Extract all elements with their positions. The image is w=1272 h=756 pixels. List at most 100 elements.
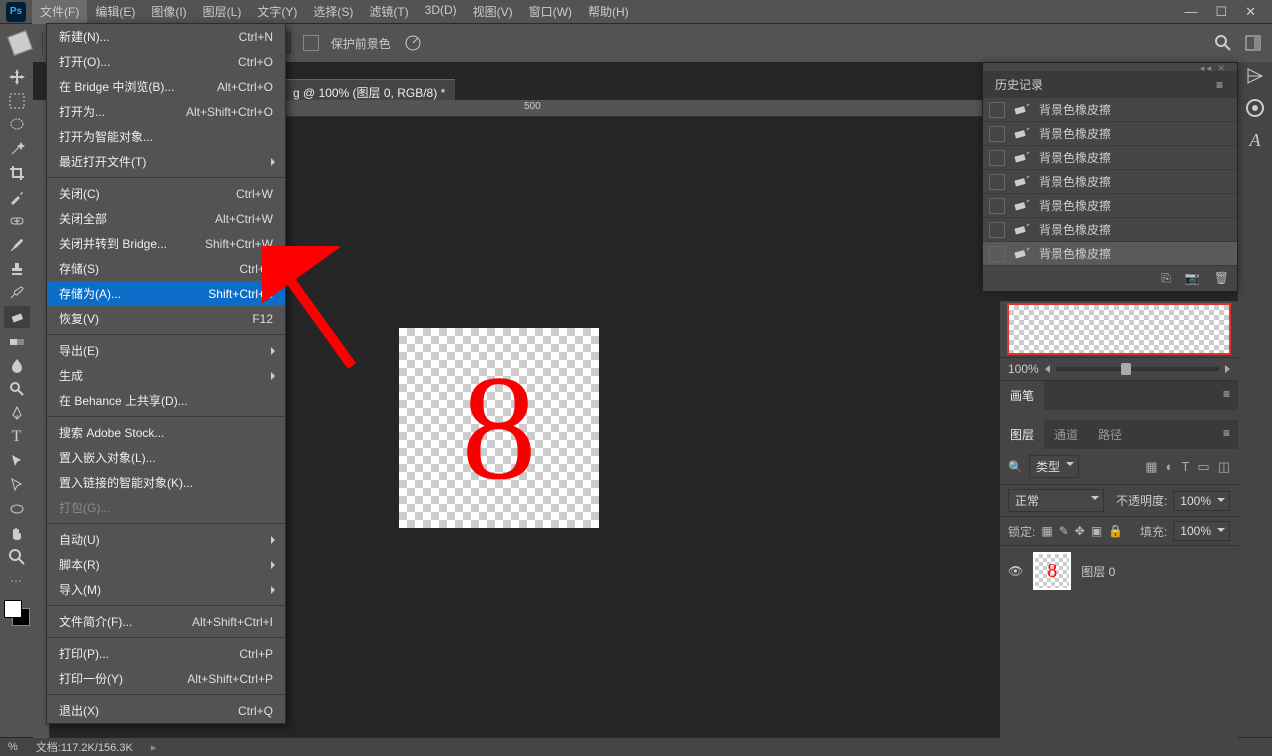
navigator-panel[interactable] (1000, 301, 1238, 358)
gradient-tool[interactable] (4, 330, 30, 352)
status-doc-size[interactable]: 文档:117.2K/156.3K (36, 739, 133, 755)
file-menu-item[interactable]: 脚本(R) (47, 552, 285, 577)
file-menu-item[interactable]: 置入链接的智能对象(K)... (47, 470, 285, 495)
marquee-tool[interactable] (4, 90, 30, 112)
history-item[interactable]: 背景色橡皮擦 (983, 242, 1237, 266)
canvas-content[interactable]: 8 (399, 328, 599, 528)
file-menu-item[interactable]: 关闭(C)Ctrl+W (47, 181, 285, 206)
file-menu-item[interactable]: 在 Bridge 中浏览(B)...Alt+Ctrl+O (47, 74, 285, 99)
filter-adjust-icon[interactable]: ◐ (1166, 459, 1174, 475)
panel-menu-icon[interactable]: ≡ (1217, 381, 1238, 410)
path-select-tool[interactable] (4, 450, 30, 472)
lasso-tool[interactable] (4, 114, 30, 136)
zoom-slider[interactable] (1056, 367, 1219, 371)
file-menu-item[interactable]: 打开为智能对象... (47, 124, 285, 149)
lock-position-icon[interactable]: ✥ (1075, 524, 1085, 538)
delete-icon[interactable]: 🗑 (1214, 271, 1229, 286)
filter-type-select[interactable]: 类型 (1029, 455, 1079, 478)
cc-libraries-icon[interactable] (1245, 98, 1265, 118)
filter-type-icon[interactable]: T (1181, 459, 1189, 475)
history-panel[interactable]: ◂◂ ✕ 历史记录 ≡ 背景色橡皮擦背景色橡皮擦背景色橡皮擦背景色橡皮擦背景色橡… (982, 62, 1238, 292)
eraser-tool[interactable] (4, 306, 30, 328)
paths-tab[interactable]: 路径 (1088, 420, 1132, 449)
menu-6[interactable]: 滤镜(T) (361, 0, 416, 24)
shape-tool[interactable] (4, 498, 30, 520)
layer-name[interactable]: 图层 0 (1081, 563, 1115, 580)
history-item[interactable]: 背景色橡皮擦 (983, 170, 1237, 194)
brush-tab[interactable]: 画笔 (1000, 381, 1044, 410)
blur-tool[interactable] (4, 354, 30, 376)
brush-tool[interactable] (4, 234, 30, 256)
file-menu-item[interactable]: 导出(E) (47, 338, 285, 363)
file-menu-item[interactable]: 存储(S)Ctrl+S (47, 256, 285, 281)
file-menu-item[interactable]: 打开(O)...Ctrl+O (47, 49, 285, 74)
menu-1[interactable]: 编辑(E) (87, 0, 143, 24)
file-menu-item[interactable]: 打印(P)...Ctrl+P (47, 641, 285, 666)
minimize-icon[interactable]: — (1184, 4, 1197, 20)
snapshot-icon[interactable]: 📷 (1185, 271, 1200, 286)
protect-fg-checkbox[interactable] (303, 35, 319, 51)
file-menu-item[interactable]: 关闭全部Alt+Ctrl+W (47, 206, 285, 231)
filter-smart-icon[interactable]: ◫ (1218, 459, 1230, 475)
file-menu-item[interactable]: 自动(U) (47, 527, 285, 552)
history-item[interactable]: 背景色橡皮擦 (983, 218, 1237, 242)
zoom-tool[interactable] (4, 546, 30, 568)
maximize-icon[interactable]: ☐ (1215, 4, 1227, 20)
lock-pixels-icon[interactable]: ▦ (1041, 524, 1052, 538)
magic-wand-tool[interactable] (4, 138, 30, 160)
file-menu-dropdown[interactable]: 新建(N)...Ctrl+N打开(O)...Ctrl+O在 Bridge 中浏览… (46, 23, 286, 724)
filter-shape-icon[interactable]: ▭ (1197, 459, 1209, 475)
history-item[interactable]: 背景色橡皮擦 (983, 98, 1237, 122)
color-swatches[interactable] (4, 600, 30, 626)
lock-artboard-icon[interactable]: ▣ (1091, 524, 1102, 538)
menu-5[interactable]: 选择(S) (305, 0, 361, 24)
pressure-icon[interactable] (403, 33, 423, 53)
healing-tool[interactable] (4, 210, 30, 232)
layer-row[interactable]: 👁 8 图层 0 (1000, 546, 1238, 596)
menu-4[interactable]: 文字(Y) (249, 0, 305, 24)
file-menu-item[interactable]: 最近打开文件(T) (47, 149, 285, 174)
menu-9[interactable]: 窗口(W) (521, 0, 580, 24)
file-menu-item[interactable]: 文件简介(F)...Alt+Shift+Ctrl+I (47, 609, 285, 634)
file-menu-item[interactable]: 新建(N)...Ctrl+N (47, 24, 285, 49)
menu-10[interactable]: 帮助(H) (580, 0, 637, 24)
bg-eraser-tool-icon[interactable] (7, 30, 33, 56)
file-menu-item[interactable]: 搜索 Adobe Stock... (47, 420, 285, 445)
menu-7[interactable]: 3D(D) (417, 0, 465, 24)
file-menu-item[interactable]: 恢复(V)F12 (47, 306, 285, 331)
file-menu-item[interactable]: 在 Behance 上共享(D)... (47, 388, 285, 413)
visibility-icon[interactable]: 👁 (1008, 564, 1023, 578)
lock-brush-icon[interactable]: ✎ (1059, 524, 1069, 538)
opacity-input[interactable]: 100% (1173, 491, 1230, 511)
search-icon[interactable] (1214, 34, 1232, 52)
file-menu-item[interactable]: 导入(M) (47, 577, 285, 602)
character-panel-icon[interactable]: A (1250, 130, 1261, 151)
blend-mode-select[interactable]: 正常 (1008, 489, 1104, 512)
panel-menu-icon[interactable]: ≡ (1217, 420, 1238, 449)
zoom-out-icon[interactable] (1045, 365, 1050, 373)
menu-8[interactable]: 视图(V) (465, 0, 521, 24)
zoom-value[interactable]: 100% (1008, 362, 1039, 376)
stamp-tool[interactable] (4, 258, 30, 280)
file-menu-item[interactable]: 生成 (47, 363, 285, 388)
file-menu-item[interactable]: 退出(X)Ctrl+Q (47, 698, 285, 723)
move-tool[interactable] (4, 66, 30, 88)
type-tool[interactable]: T (4, 426, 30, 448)
layer-thumbnail[interactable]: 8 (1033, 552, 1071, 590)
close-icon[interactable]: ✕ (1245, 4, 1256, 20)
panel-drag-handle[interactable]: ◂◂ ✕ (983, 63, 1237, 71)
history-tab[interactable]: 历史记录 ≡ (983, 71, 1237, 98)
file-menu-item[interactable]: 存储为(A)...Shift+Ctrl+S (47, 281, 285, 306)
eyedropper-tool[interactable] (4, 186, 30, 208)
file-menu-item[interactable]: 置入嵌入对象(L)... (47, 445, 285, 470)
filter-search-icon[interactable]: 🔍 (1008, 460, 1023, 474)
pen-tool[interactable] (4, 402, 30, 424)
menu-0[interactable]: 文件(F) (32, 0, 87, 24)
create-document-icon[interactable]: ⎘ (1161, 271, 1171, 286)
file-menu-item[interactable]: 打印一份(Y)Alt+Shift+Ctrl+P (47, 666, 285, 691)
crop-tool[interactable] (4, 162, 30, 184)
properties-panel-icon[interactable] (1245, 66, 1265, 86)
history-item[interactable]: 背景色橡皮擦 (983, 122, 1237, 146)
zoom-in-icon[interactable] (1225, 365, 1230, 373)
history-brush-tool[interactable] (4, 282, 30, 304)
